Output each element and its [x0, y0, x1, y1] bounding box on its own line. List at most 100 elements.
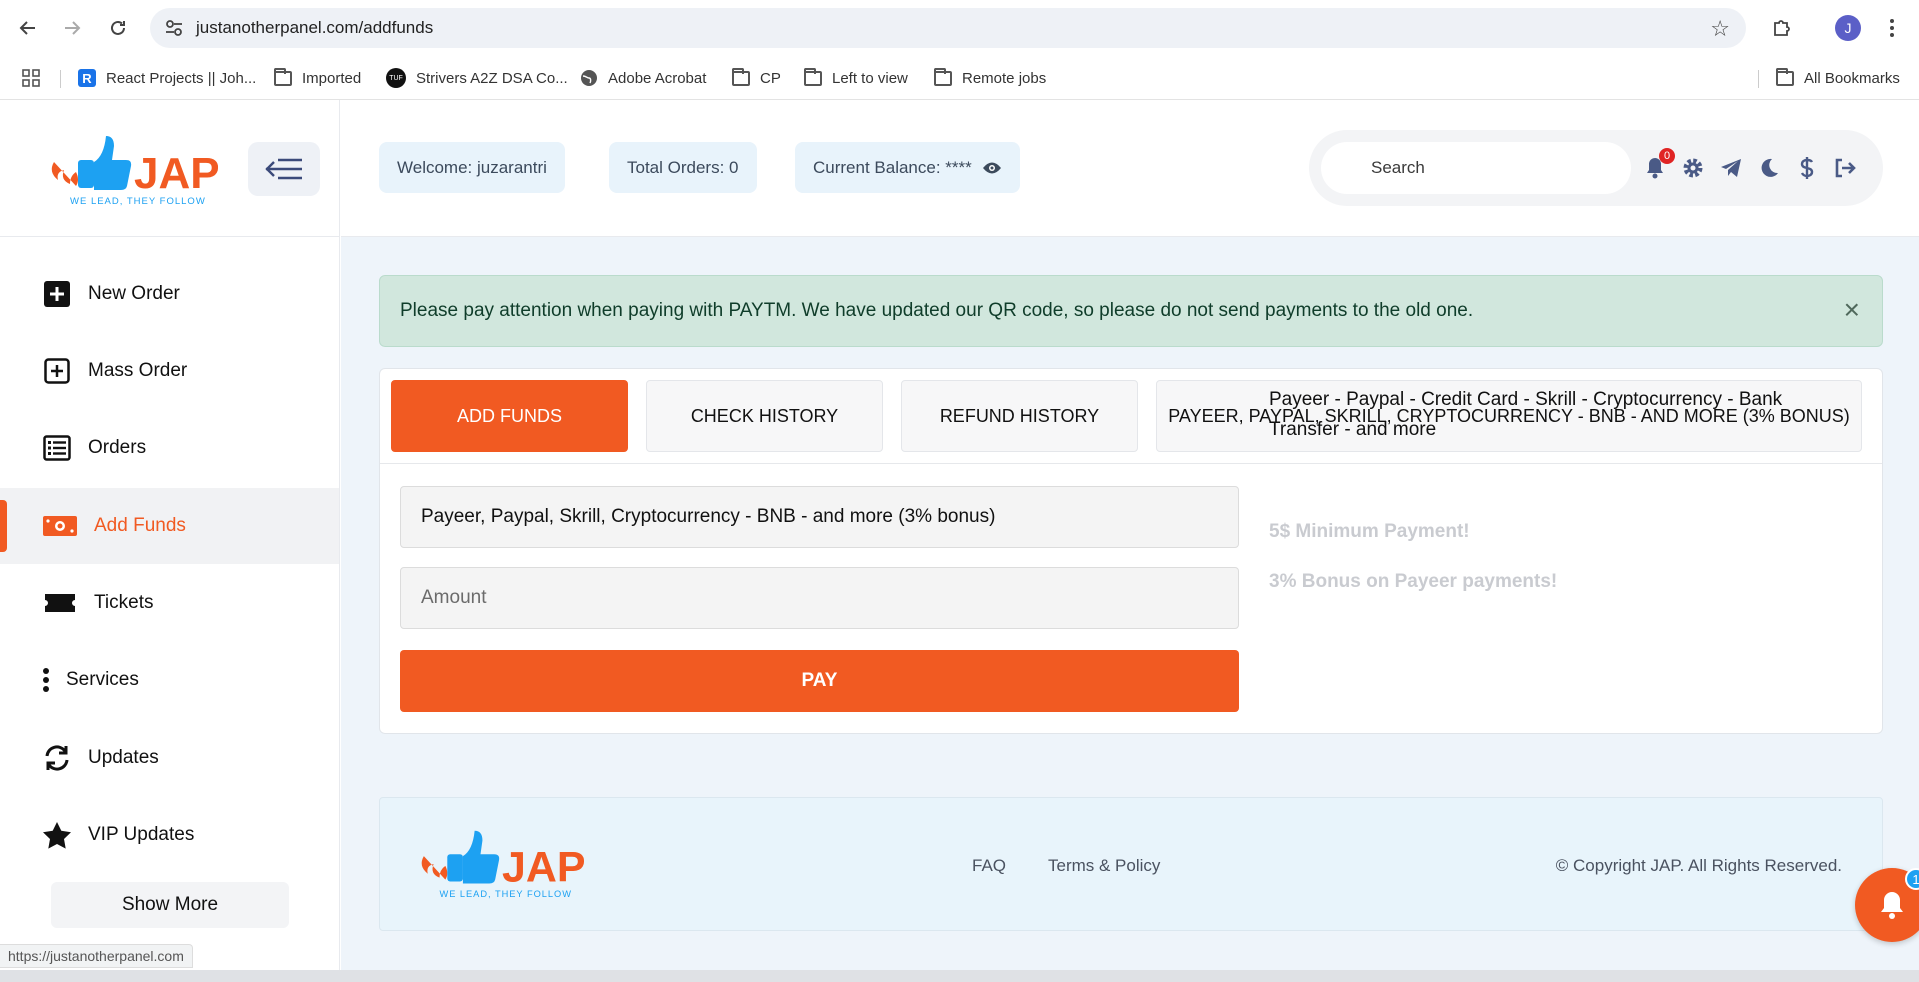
welcome-pill: Welcome: juzarantri — [379, 142, 565, 193]
app-root: JAP WE LEAD, THEY FOLLOW New Order Mass … — [0, 100, 1919, 970]
total-orders-pill: Total Orders: 0 — [609, 142, 757, 193]
reload-button[interactable] — [104, 14, 132, 42]
status-bar-url: https://justanotherpanel.com — [0, 944, 193, 968]
fab-badge: 1 — [1905, 868, 1919, 890]
sidebar-item-tickets[interactable]: Tickets — [0, 565, 339, 641]
collapse-menu-icon — [265, 158, 302, 180]
svg-text:JAP: JAP — [134, 149, 218, 198]
money-icon — [42, 511, 78, 541]
terms-link[interactable]: Terms & Policy — [1048, 856, 1160, 876]
bookmark-star-icon[interactable]: ☆ — [1710, 16, 1730, 42]
chrome-menu-button[interactable] — [1880, 12, 1904, 44]
bookmark-label: Remote jobs — [962, 69, 1047, 87]
folder-icon — [732, 67, 750, 87]
balance-text: Current Balance: **** — [813, 157, 972, 177]
plus-square-icon — [42, 279, 72, 309]
bookmark-strivers[interactable]: TUF Strivers A2Z DSA Co... — [386, 66, 568, 90]
jap-logo[interactable]: JAP WE LEAD, THEY FOLLOW — [48, 128, 218, 208]
sidebar-collapse-button[interactable] — [248, 142, 320, 196]
sidebar-item-orders[interactable]: Orders — [0, 410, 339, 486]
bookmark-react-projects[interactable]: R React Projects || Joh... — [78, 66, 256, 90]
search-input[interactable]: Search — [1321, 142, 1631, 194]
profile-button[interactable]: J — [1832, 12, 1864, 44]
sidebar-item-label: Mass Order — [88, 360, 188, 381]
faq-link[interactable]: FAQ — [972, 856, 1006, 876]
telegram-button[interactable] — [1719, 156, 1743, 180]
show-more-button[interactable]: Show More — [51, 882, 289, 928]
puzzle-icon — [1774, 20, 1790, 36]
sidebar-item-label: Orders — [88, 437, 147, 458]
sidebar-item-add-funds[interactable]: Add Funds — [0, 488, 339, 564]
logo-area: JAP WE LEAD, THEY FOLLOW — [0, 100, 340, 237]
notification-badge: 0 — [1659, 148, 1675, 164]
tab-check-history[interactable]: CHECK HISTORY — [646, 380, 883, 452]
address-bar[interactable]: justanotherpanel.com/addfunds ☆ — [150, 8, 1746, 48]
folder-icon — [274, 67, 292, 87]
minimum-payment-note: 5$ Minimum Payment! — [1269, 521, 1470, 542]
back-button[interactable] — [14, 14, 42, 42]
bookmark-label: Left to view — [832, 69, 908, 87]
bookmark-remote-jobs[interactable]: Remote jobs — [934, 66, 1046, 90]
dollar-icon — [1800, 157, 1814, 179]
settings-button[interactable] — [1681, 156, 1705, 180]
tab-refund-history[interactable]: REFUND HISTORY — [901, 380, 1138, 452]
sidebar-item-new-order[interactable]: New Order — [0, 256, 339, 332]
svg-text:WE LEAD, THEY FOLLOW: WE LEAD, THEY FOLLOW — [70, 196, 206, 207]
notifications-button[interactable]: 0 — [1643, 148, 1675, 180]
folder-icon — [934, 67, 952, 87]
moon-icon — [1761, 158, 1778, 177]
taskbar-strip — [0, 970, 1919, 982]
forward-button[interactable] — [58, 14, 86, 42]
site-settings-icon[interactable] — [164, 18, 184, 38]
sidebar-item-updates[interactable]: Updates — [0, 720, 339, 796]
bookmark-imported[interactable]: Imported — [274, 66, 361, 90]
bookmark-label: React Projects || Joh... — [106, 69, 257, 87]
bookmark-label: Adobe Acrobat — [608, 69, 707, 87]
sidebar: JAP WE LEAD, THEY FOLLOW New Order Mass … — [0, 100, 340, 970]
apps-button[interactable] — [22, 66, 40, 90]
all-bookmarks[interactable]: All Bookmarks — [1776, 66, 1900, 90]
footer: JAP WE LEAD, THEY FOLLOW FAQ Terms & Pol… — [379, 797, 1883, 931]
arrow-right-icon — [65, 21, 81, 35]
url-text[interactable]: justanotherpanel.com/addfunds — [196, 18, 433, 38]
sidebar-item-label: Add Funds — [94, 515, 186, 536]
svg-text:WE LEAD, THEY FOLLOW: WE LEAD, THEY FOLLOW — [439, 889, 571, 899]
bookmarks-divider — [60, 70, 61, 88]
bookmark-label: Strivers A2Z DSA Co... — [416, 69, 568, 87]
logout-button[interactable] — [1833, 156, 1857, 180]
star-icon — [42, 820, 72, 850]
ticket-icon — [42, 588, 78, 618]
eye-icon[interactable] — [982, 161, 1002, 175]
alert-close-icon[interactable]: × — [1844, 294, 1860, 326]
apps-grid-icon — [22, 69, 40, 87]
pay-button[interactable]: PAY — [400, 650, 1239, 712]
profile-avatar: J — [1835, 15, 1861, 41]
footer-jap-logo[interactable]: JAP WE LEAD, THEY FOLLOW — [418, 822, 584, 902]
sidebar-item-mass-order[interactable]: Mass Order — [0, 333, 339, 409]
bookmark-cp[interactable]: CP — [732, 66, 781, 90]
sidebar-item-services[interactable]: Services — [0, 642, 339, 718]
payment-method-select[interactable]: Payeer, Paypal, Skrill, Cryptocurrency -… — [400, 486, 1239, 548]
main-content: Welcome: juzarantri Total Orders: 0 Curr… — [341, 100, 1919, 970]
balance-pill[interactable]: Current Balance: **** — [795, 142, 1020, 193]
tab-add-funds[interactable]: ADD FUNDS — [391, 380, 628, 452]
sidebar-item-label: Services — [66, 669, 139, 690]
sidebar-item-vip-updates[interactable]: VIP Updates — [0, 797, 339, 873]
extensions-button[interactable] — [1766, 12, 1798, 44]
vertical-dots-icon — [42, 665, 50, 695]
list-icon — [42, 433, 72, 463]
bookmark-left-to-view[interactable]: Left to view — [804, 66, 908, 90]
notification-fab[interactable]: 1 — [1855, 868, 1919, 942]
folder-icon — [804, 67, 822, 87]
bell-icon — [1881, 892, 1903, 919]
react-icon: R — [78, 69, 96, 87]
all-bookmarks-label: All Bookmarks — [1804, 69, 1900, 87]
paytm-alert: Please pay attention when paying with PA… — [379, 275, 1883, 347]
amount-input[interactable] — [400, 567, 1239, 629]
bookmark-label: Imported — [302, 69, 362, 87]
bookmarks-divider — [1758, 70, 1759, 88]
alert-text: Please pay attention when paying with PA… — [400, 300, 1474, 321]
bookmark-adobe-acrobat[interactable]: Adobe Acrobat — [580, 66, 706, 90]
currency-button[interactable] — [1795, 156, 1819, 180]
dark-mode-toggle[interactable] — [1757, 156, 1781, 180]
